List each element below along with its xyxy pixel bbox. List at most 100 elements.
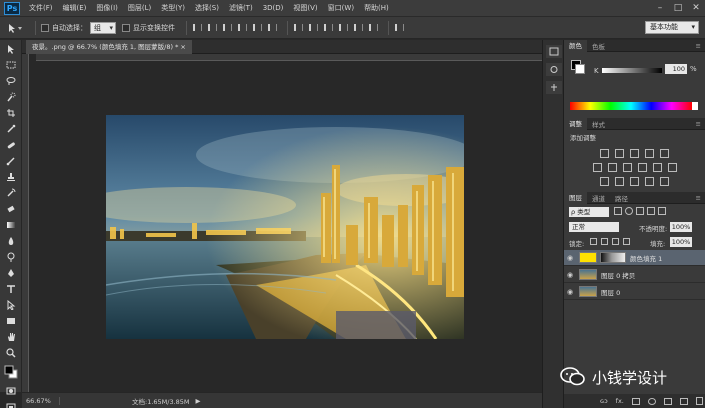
- align-hcenter-icon[interactable]: [252, 22, 263, 33]
- align-bottom-icon[interactable]: [222, 22, 233, 33]
- filter-smart-icon[interactable]: [658, 207, 666, 215]
- channel-mixer-icon[interactable]: [652, 163, 662, 172]
- curves-icon[interactable]: [630, 149, 639, 158]
- layer-style-icon[interactable]: fx.: [616, 397, 624, 405]
- layer-name[interactable]: 颜色填充 1: [630, 253, 662, 263]
- history-brush-tool-icon[interactable]: [3, 186, 19, 200]
- hue-saturation-icon[interactable]: [592, 163, 602, 172]
- visibility-eye-icon[interactable]: ◉: [564, 271, 576, 279]
- new-layer-icon[interactable]: [679, 397, 688, 405]
- marquee-tool-icon[interactable]: [3, 58, 19, 72]
- auto-select-checkbox[interactable]: [41, 23, 49, 32]
- status-menu-arrow-icon[interactable]: ▶: [196, 397, 201, 405]
- delete-layer-icon[interactable]: [695, 397, 703, 405]
- foreground-background-swatch[interactable]: [3, 362, 19, 382]
- distribute-bottom-icon[interactable]: [323, 22, 334, 33]
- layer-kind-filter[interactable]: ρ 类型: [569, 207, 609, 217]
- blend-mode-dropdown[interactable]: 正常: [569, 222, 619, 232]
- properties-panel-icon[interactable]: [546, 63, 562, 76]
- minimize-button[interactable]: –: [651, 1, 669, 16]
- eraser-tool-icon[interactable]: [3, 202, 19, 216]
- menu-window[interactable]: 窗口(W): [323, 3, 359, 13]
- threshold-icon[interactable]: [630, 177, 639, 186]
- healing-brush-tool-icon[interactable]: [3, 138, 19, 152]
- menu-help[interactable]: 帮助(H): [359, 3, 394, 13]
- move-tool-icon[interactable]: [3, 42, 19, 56]
- hand-tool-icon[interactable]: [3, 330, 19, 344]
- spectrum-white-chip[interactable]: [692, 102, 698, 110]
- info-panel-icon[interactable]: [546, 81, 562, 94]
- filter-adjustment-icon[interactable]: [625, 207, 633, 215]
- lock-pixels-icon[interactable]: [601, 238, 608, 245]
- clone-stamp-tool-icon[interactable]: [3, 170, 19, 184]
- align-top-icon[interactable]: [192, 22, 203, 33]
- filter-shape-icon[interactable]: [647, 207, 655, 215]
- menu-select[interactable]: 选择(S): [190, 3, 224, 13]
- panel-menu-icon[interactable]: ≡: [696, 194, 701, 202]
- lock-transparent-icon[interactable]: [590, 238, 597, 245]
- layer-mask-thumbnail[interactable]: [600, 252, 626, 263]
- distribute-right-icon[interactable]: [368, 22, 379, 33]
- layer-thumbnail[interactable]: [579, 269, 597, 280]
- type-tool-icon[interactable]: [3, 282, 19, 296]
- history-panel-icon[interactable]: [546, 45, 562, 58]
- align-vcenter-icon[interactable]: [207, 22, 218, 33]
- menu-image[interactable]: 图像(I): [91, 3, 123, 13]
- menu-view[interactable]: 视图(V): [288, 3, 322, 13]
- screen-mode-icon[interactable]: [3, 400, 19, 408]
- quick-mask-icon[interactable]: [3, 384, 19, 398]
- tab-swatches[interactable]: 色板: [587, 41, 610, 51]
- move-tool-preset[interactable]: [6, 22, 24, 34]
- lasso-tool-icon[interactable]: [3, 74, 19, 88]
- zoom-tool-icon[interactable]: [3, 346, 19, 360]
- layer-name[interactable]: 图层 0: [601, 287, 620, 297]
- distribute-hcenter-icon[interactable]: [353, 22, 364, 33]
- panel-menu-icon[interactable]: ≡: [696, 120, 701, 128]
- align-right-icon[interactable]: [267, 22, 278, 33]
- eyedropper-tool-icon[interactable]: [3, 122, 19, 136]
- color-balance-icon[interactable]: [607, 163, 617, 172]
- gradient-tool-icon[interactable]: [3, 218, 19, 232]
- tab-adjustments[interactable]: 调整: [564, 117, 587, 130]
- rectangle-tool-icon[interactable]: [3, 314, 19, 328]
- tab-channels[interactable]: 通道: [587, 193, 610, 203]
- show-transform-checkbox[interactable]: [122, 23, 130, 32]
- maximize-button[interactable]: □: [669, 1, 687, 16]
- tab-paths[interactable]: 路径: [610, 193, 633, 203]
- color-lookup-icon[interactable]: [667, 163, 677, 172]
- layer-row-layer0-copy[interactable]: ◉ 图层 0 拷贝: [564, 267, 705, 283]
- filter-pixel-icon[interactable]: [614, 207, 622, 215]
- dodge-tool-icon[interactable]: [3, 250, 19, 264]
- menu-3d[interactable]: 3D(D): [258, 4, 289, 12]
- zoom-level[interactable]: 66.67%: [22, 396, 60, 405]
- path-select-tool-icon[interactable]: [3, 298, 19, 312]
- tab-layers[interactable]: 图层: [564, 191, 587, 204]
- layer-name[interactable]: 图层 0 拷贝: [601, 270, 635, 280]
- exposure-icon[interactable]: [645, 149, 654, 158]
- k-slider[interactable]: [602, 68, 662, 73]
- lock-position-icon[interactable]: [612, 238, 619, 245]
- align-left-icon[interactable]: [237, 22, 248, 33]
- new-group-icon[interactable]: [663, 397, 672, 405]
- k-value-input[interactable]: 100: [665, 64, 687, 74]
- close-button[interactable]: ✕: [687, 1, 705, 16]
- fill-input[interactable]: 100%: [670, 237, 692, 247]
- quick-select-tool-icon[interactable]: [3, 90, 19, 104]
- menu-file[interactable]: 文件(F): [24, 3, 58, 13]
- tab-styles[interactable]: 样式: [587, 119, 610, 129]
- opacity-input[interactable]: 100%: [670, 222, 692, 232]
- menu-filter[interactable]: 滤镜(T): [224, 3, 258, 13]
- fill-color-thumbnail[interactable]: [579, 252, 597, 263]
- invert-icon[interactable]: [600, 177, 609, 186]
- vibrance-icon[interactable]: [660, 149, 669, 158]
- layer-row-color-fill[interactable]: ◉ 颜色填充 1: [564, 250, 705, 266]
- color-spectrum-bar[interactable]: [570, 102, 692, 110]
- brush-tool-icon[interactable]: [3, 154, 19, 168]
- menu-type[interactable]: 类型(Y): [156, 3, 190, 13]
- visibility-eye-icon[interactable]: ◉: [564, 288, 576, 296]
- brightness-icon[interactable]: [600, 149, 609, 158]
- distribute-top-icon[interactable]: [293, 22, 304, 33]
- link-layers-icon[interactable]: ɢɔ: [600, 397, 608, 405]
- layer-row-layer0[interactable]: ◉ 图层 0: [564, 284, 705, 300]
- selective-color-icon[interactable]: [660, 177, 669, 186]
